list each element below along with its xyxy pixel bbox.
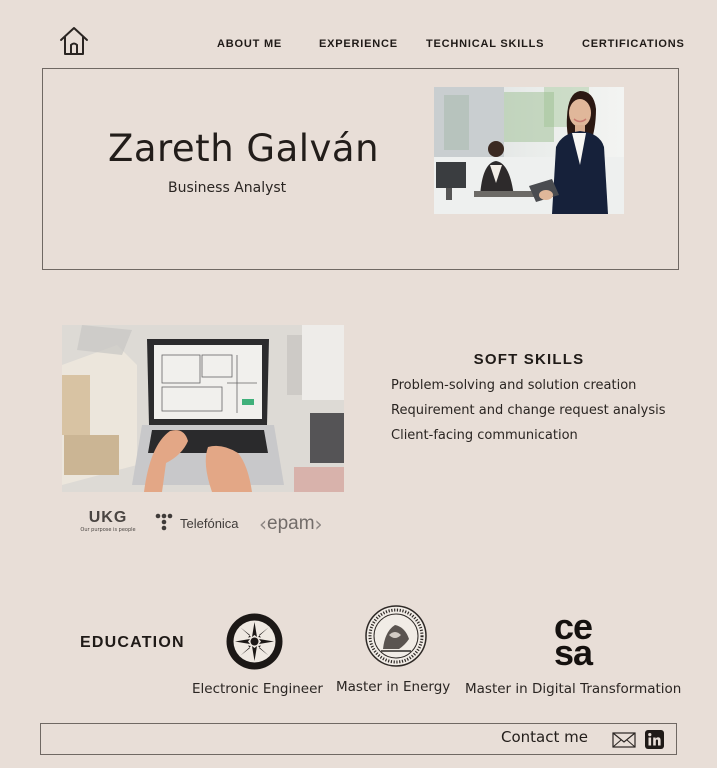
education-item-label: Master in Digital Transformation <box>465 681 682 697</box>
laptop-photo <box>62 325 344 492</box>
hero-role: Business Analyst <box>168 180 287 196</box>
hero-name: Zareth Galván <box>108 127 380 170</box>
university-seal-icon <box>226 613 283 670</box>
ukg-logo: UKG Our purpose is people <box>80 509 136 537</box>
education-item-label: Master in Energy <box>336 679 451 695</box>
mail-icon[interactable] <box>612 731 636 749</box>
soft-skill-item: Problem-solving and solution creation <box>391 378 637 393</box>
contact-me-link[interactable]: Contact me <box>501 728 588 746</box>
university-crest-icon <box>365 605 427 667</box>
soft-skills-title: SOFT SKILLS <box>473 351 585 368</box>
home-icon[interactable] <box>58 25 90 57</box>
nav-certifications[interactable]: CERTIFICATIONS <box>582 38 685 50</box>
education-title: EDUCATION <box>80 634 185 651</box>
linkedin-icon[interactable] <box>645 730 664 749</box>
telefonica-icon <box>155 513 173 531</box>
education-item-label: Electronic Engineer <box>192 681 323 697</box>
soft-skill-item: Requirement and change request analysis <box>391 403 666 418</box>
ukg-tagline: Our purpose is people <box>80 527 136 533</box>
soft-skill-item: Client-facing communication <box>391 428 578 443</box>
nav-technical-skills[interactable]: TECHNICAL SKILLS <box>426 38 544 50</box>
ukg-logo-text: UKG <box>88 509 128 526</box>
nav-experience[interactable]: EXPERIENCE <box>319 38 398 50</box>
cesa-logo-text: cesa <box>553 606 593 673</box>
telefonica-logo-text: Telefónica <box>180 515 239 531</box>
epam-logo-text: epam <box>267 513 315 534</box>
epam-logo: ‹ epam › <box>259 511 325 537</box>
profile-photo <box>434 87 624 214</box>
epam-bracket-left-icon: ‹ <box>259 512 267 536</box>
epam-bracket-right-icon: › <box>314 512 323 536</box>
telefonica-logo: Telefónica <box>155 512 247 534</box>
nav-about-me[interactable]: ABOUT ME <box>217 38 282 50</box>
cesa-logo: cesa <box>546 606 600 673</box>
